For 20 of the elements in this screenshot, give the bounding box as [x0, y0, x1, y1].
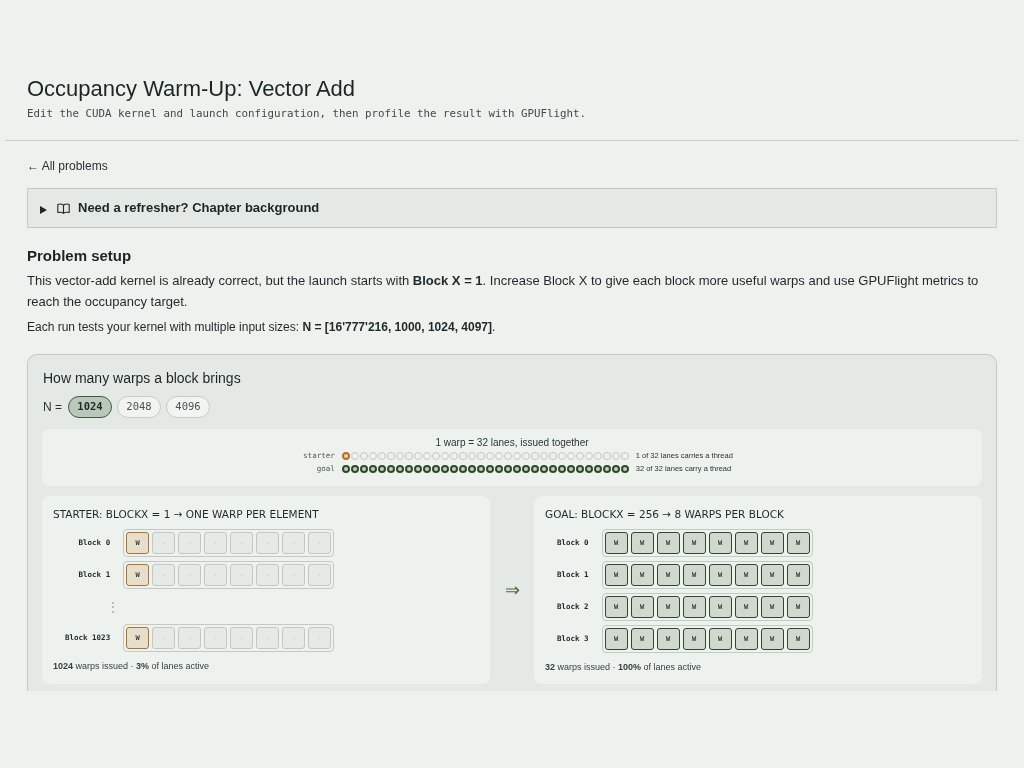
- panel-title: STARTER: BLOCKX = 1 → ONE WARP PER ELEMENT: [53, 507, 320, 521]
- vertical-ellipsis: ⋮: [107, 599, 120, 614]
- panel-summary: 1024 warps issued · 3% of lanes active: [53, 660, 211, 672]
- n-option-button[interactable]: 1024: [68, 396, 112, 418]
- section-heading: Problem setup: [27, 246, 133, 266]
- n-option-button[interactable]: 2048: [117, 396, 161, 418]
- page-title: Occupancy Warm-Up: Vector Add: [27, 76, 357, 102]
- n-label: N =: [43, 399, 62, 416]
- page-subtitle: Edit the CUDA kernel and launch configuration, then profile the result with GPUFlight.: [27, 107, 588, 121]
- arrow-symbol: ⇒: [504, 580, 520, 600]
- chapter-background-toggle[interactable]: Need a refresher? Chapter background: [27, 188, 997, 228]
- lane-caption: 1 warp = 32 lanes, issued together: [435, 436, 589, 449]
- book-icon: [57, 202, 70, 214]
- input-sizes-note: Each run tests your kernel with multiple input sizes: N = [16'777'216, 1000, 1024, 4097].: [27, 319, 497, 335]
- n-option-button[interactable]: 4096: [166, 396, 210, 418]
- all-problems-link[interactable]: ← All problems: [27, 158, 108, 174]
- panel-title: GOAL: BLOCKX = 256 → 8 WARPS PER BLOCK: [545, 507, 785, 521]
- panel-summary: 32 warps issued · 100% of lanes active: [545, 661, 703, 673]
- card-title: How many warps a block brings: [43, 369, 242, 388]
- problem-description: This vector-add kernel is already correct, but the launch starts with Block X = 1. Increase Block X to give each block more useful warps and use GPUFlight metrics to reach the occupancy target.: [27, 272, 980, 311]
